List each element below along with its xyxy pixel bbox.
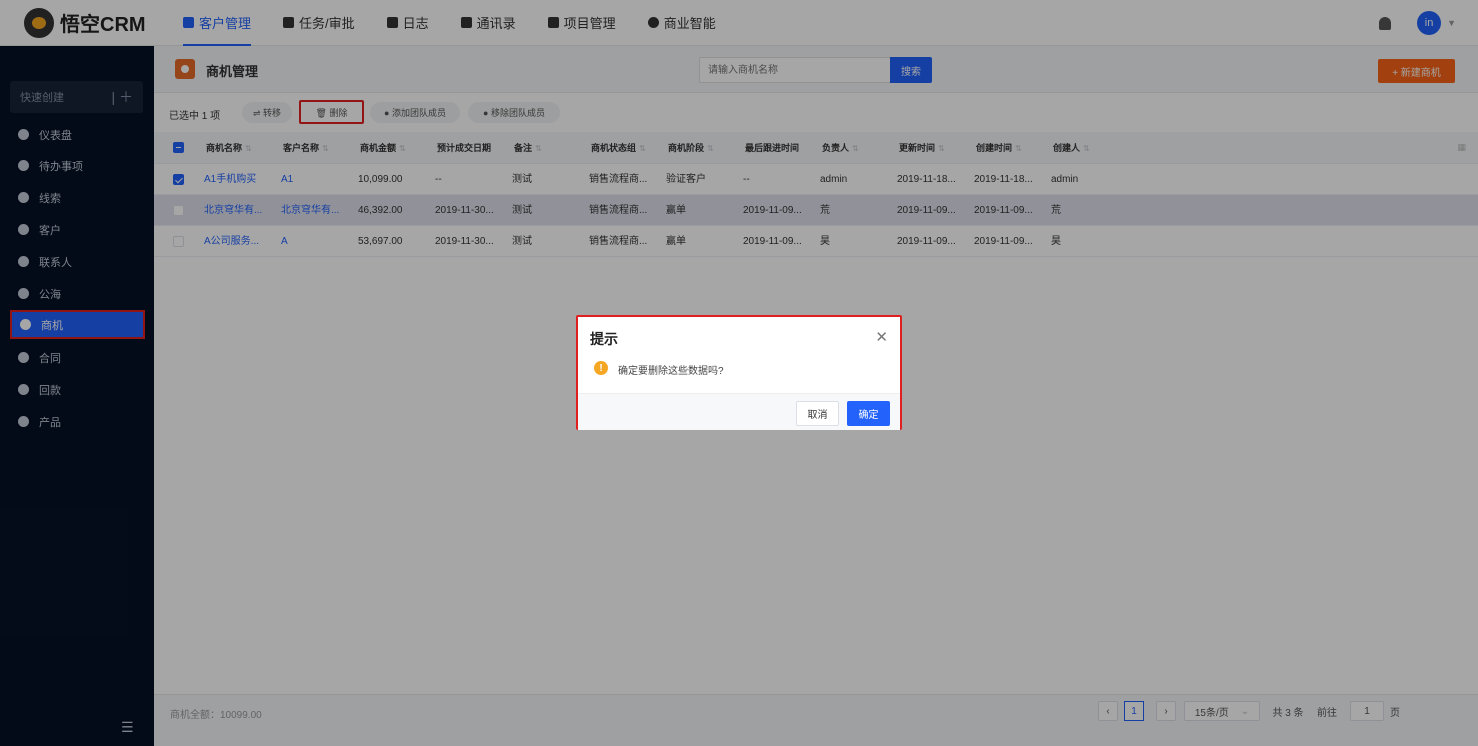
confirm-button[interactable]: 确定 [847,401,890,426]
close-icon[interactable]: ✕ [875,328,888,346]
confirm-dialog: 提示 ✕ ! 确定要删除这些数据吗? 取消 确定 [576,315,902,430]
dialog-title: 提示 [590,331,618,347]
dialog-footer: 取消 确定 [578,393,900,430]
dialog-message: 确定要删除这些数据吗? [618,366,724,377]
warning-icon: ! [594,361,608,375]
cancel-button[interactable]: 取消 [796,401,839,426]
